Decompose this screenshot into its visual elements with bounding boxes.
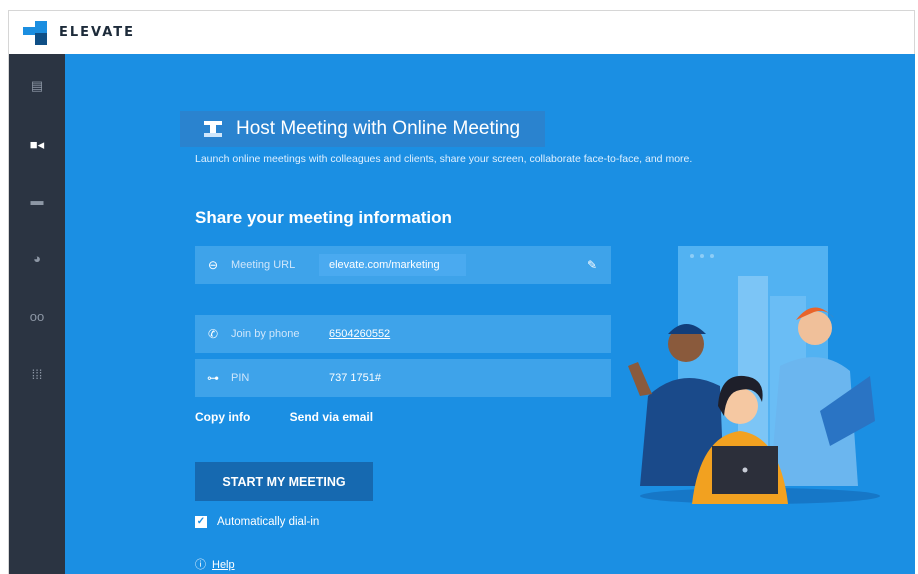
phone-icon: ✆ — [207, 327, 219, 341]
auto-dial-label: Automatically dial-in — [217, 516, 320, 528]
copy-info-link[interactable]: Copy info — [195, 410, 250, 424]
meeting-logo-icon — [204, 121, 222, 137]
start-meeting-button[interactable]: START MY MEETING — [195, 462, 373, 501]
pin-label: PIN — [231, 372, 250, 384]
clock-icon[interactable]: ◕ — [9, 244, 65, 272]
main-panel: Host Meeting with Online Meeting Launch … — [65, 54, 915, 574]
auto-dial-option[interactable]: ✓ Automatically dial-in — [195, 516, 319, 528]
page-title-bar: Host Meeting with Online Meeting — [180, 111, 545, 147]
key-icon: ⊶ — [207, 371, 219, 385]
help-label: Help — [212, 559, 235, 571]
folder-icon[interactable]: ▬ — [9, 186, 65, 214]
pencil-icon[interactable]: ✎ — [587, 258, 597, 272]
section-title: Share your meeting information — [195, 208, 452, 227]
sidebar: ▤ ■◂ ▬ ◕ oo ⁞⁞⁞ — [9, 54, 65, 574]
phone-field: ✆ Join by phone 6504260552 — [195, 315, 611, 353]
pin-field: ⊶ PIN 737 1751# — [195, 359, 611, 397]
top-bar: ELEVATE — [9, 11, 339, 53]
elevate-logo-icon — [23, 19, 49, 45]
help-link[interactable]: ⓘ Help — [195, 556, 235, 572]
meeting-url-field[interactable]: ⊖ Meeting URL elevate.com/marketing ✎ — [195, 246, 611, 284]
link-icon: ⊖ — [207, 258, 219, 272]
help-icon: ⓘ — [195, 559, 206, 571]
page-title: Host Meeting with Online Meeting — [236, 118, 521, 139]
page-subtitle: Launch online meetings with colleagues a… — [195, 153, 693, 165]
send-email-link[interactable]: Send via email — [290, 410, 373, 424]
voicemail-icon[interactable]: oo — [9, 302, 65, 330]
auto-dial-checkbox[interactable]: ✓ — [195, 516, 207, 528]
pin-value: 737 1751# — [329, 372, 381, 384]
video-icon[interactable]: ■◂ — [9, 131, 65, 159]
phone-label: Join by phone — [231, 328, 300, 340]
team-illustration — [628, 246, 880, 504]
phone-number-link[interactable]: 6504260552 — [329, 328, 390, 340]
logo-text: ELEVATE — [59, 24, 136, 40]
share-actions: Copy info Send via email — [195, 410, 409, 424]
chat-icon[interactable]: ▤ — [9, 72, 65, 100]
apps-grid-icon[interactable]: ⁞⁞⁞ — [9, 360, 65, 388]
meeting-url-label: Meeting URL — [231, 259, 296, 271]
meeting-url-value[interactable]: elevate.com/marketing — [319, 254, 466, 276]
